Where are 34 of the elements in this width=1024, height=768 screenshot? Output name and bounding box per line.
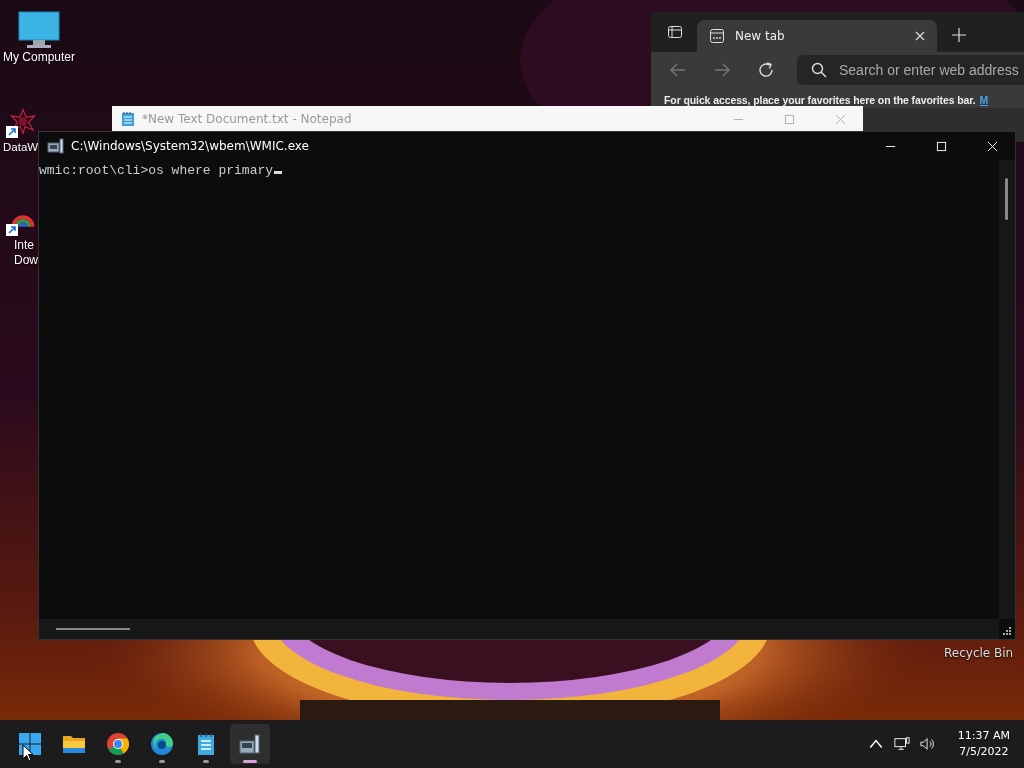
icon-label: Recycle Bin: [944, 646, 1014, 660]
notepad-icon: [120, 111, 136, 127]
taskbar-button[interactable]: [230, 724, 270, 764]
monitor-icon[interactable]: [17, 10, 61, 50]
console-line: wmic:root\cli>os where primary: [39, 163, 274, 178]
window-title: *New Text Document.txt - Notepad: [142, 112, 353, 126]
icon-label: My Computer: [3, 50, 75, 65]
icon-label: Dow: [14, 253, 38, 268]
mouse-cursor-icon: [22, 744, 34, 762]
icon-label: DataW: [3, 140, 39, 155]
tab-actions-icon[interactable]: [667, 24, 683, 40]
wmic-icon: [238, 732, 262, 756]
vertical-scrollbar[interactable]: [999, 160, 1015, 619]
forward-icon[interactable]: [713, 61, 731, 79]
search-icon: [811, 62, 827, 78]
window-title: C:\Windows\System32\wbem\WMIC.exe: [71, 139, 310, 153]
chrome-icon: [106, 732, 130, 756]
favorites-hint: For quick access, place your favorites here on the favorites bar.: [664, 93, 976, 106]
page-icon: [709, 28, 725, 44]
star-icon[interactable]: [9, 108, 37, 134]
resize-grip-icon[interactable]: [1003, 627, 1012, 636]
refresh-icon[interactable]: [757, 61, 775, 79]
new-tab-icon[interactable]: [951, 27, 967, 43]
volume-icon[interactable]: [919, 736, 936, 752]
horizontal-scrollbar[interactable]: [39, 619, 999, 639]
icon-label: Inte: [14, 238, 34, 253]
favorites-link[interactable]: M: [979, 93, 989, 106]
address-field[interactable]: Search or enter web address: [797, 55, 1024, 85]
browser-tab[interactable]: New tab: [697, 20, 937, 52]
clock[interactable]: 11:37 AM 7/5/2022: [957, 728, 1010, 760]
edge-icon: [150, 732, 174, 756]
back-icon[interactable]: [669, 61, 687, 79]
wmic-icon: [47, 138, 65, 154]
network-icon[interactable]: [893, 736, 910, 752]
